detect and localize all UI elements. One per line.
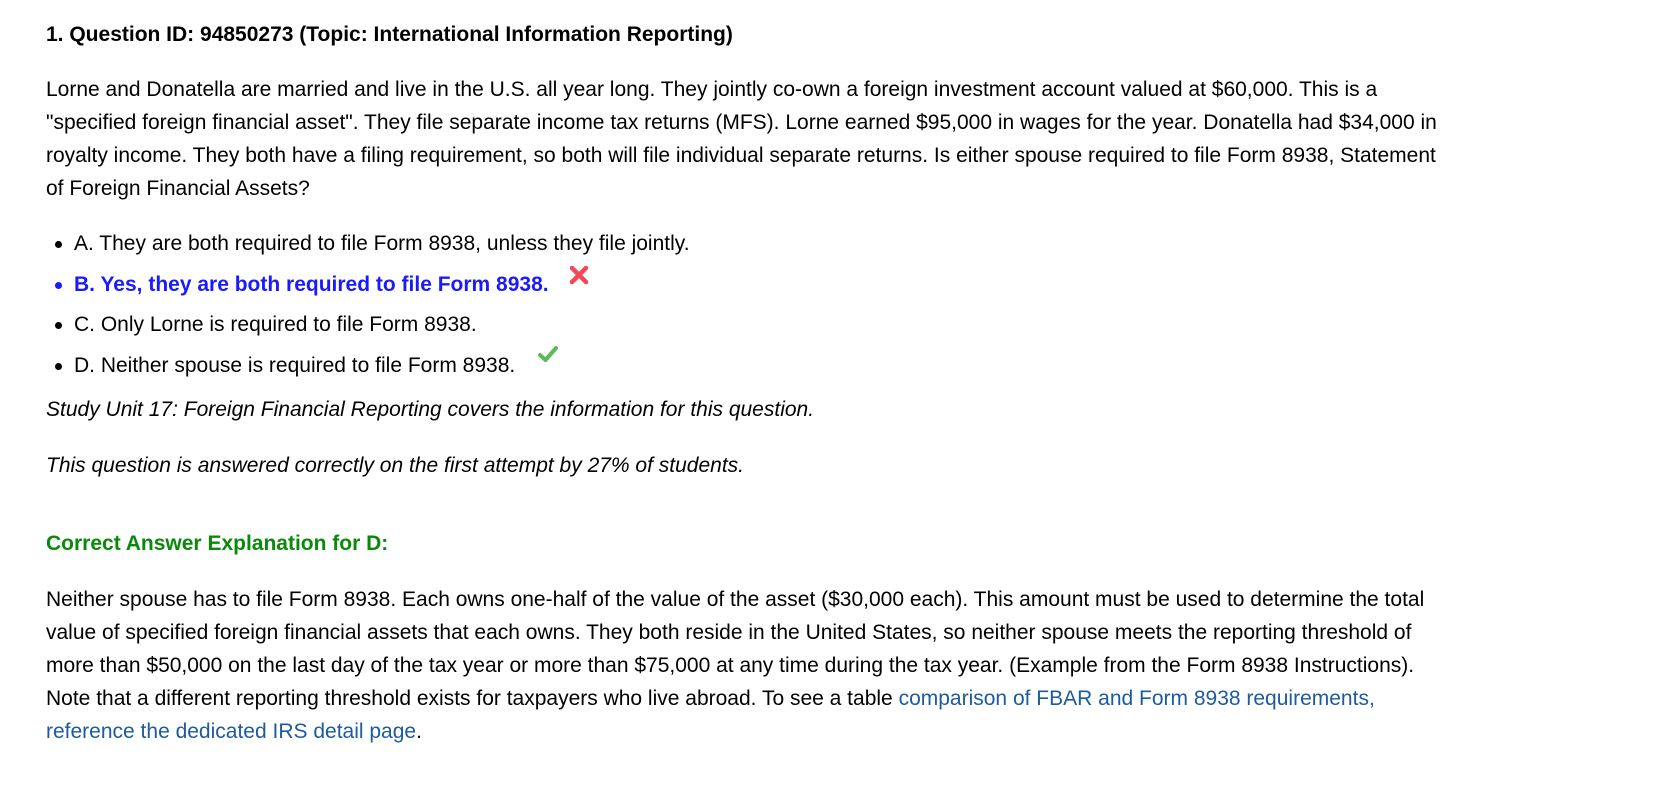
success-rate-note: This question is answered correctly on t… <box>46 454 745 477</box>
choice-d[interactable]: D. Neither spouse is required to file Fo… <box>46 345 690 390</box>
choice-b[interactable]: B. Yes, they are both required to file F… <box>46 265 690 309</box>
question-page: 1. Question ID: 94850273 (Topic: Interna… <box>0 0 1662 803</box>
choice-c-label: C. Only Lorne is required to file Form 8… <box>74 313 477 336</box>
answer-choices: A. They are both required to file Form 8… <box>46 227 690 389</box>
choice-d-label: D. Neither spouse is required to file Fo… <box>74 353 516 377</box>
choice-a-label: A. They are both required to file Form 8… <box>74 232 690 255</box>
correct-check-icon <box>538 345 559 362</box>
choice-a[interactable]: A. They are both required to file Form 8… <box>46 227 690 268</box>
explanation-text: Neither spouse has to file Form 8938. Ea… <box>46 583 1451 748</box>
choice-b-label: B. Yes, they are both required to file F… <box>74 272 549 296</box>
explanation-title: Correct Answer Explanation for D: <box>46 532 389 555</box>
choice-c[interactable]: C. Only Lorne is required to file Form 8… <box>46 308 690 349</box>
question-title: 1. Question ID: 94850273 (Topic: Interna… <box>46 23 733 46</box>
explanation-trailing: . <box>416 720 422 743</box>
question-text: Lorne and Donatella are married and live… <box>46 78 1437 200</box>
study-unit-note: Study Unit 17: Foreign Financial Reporti… <box>46 398 815 421</box>
wrong-x-icon <box>570 265 589 284</box>
